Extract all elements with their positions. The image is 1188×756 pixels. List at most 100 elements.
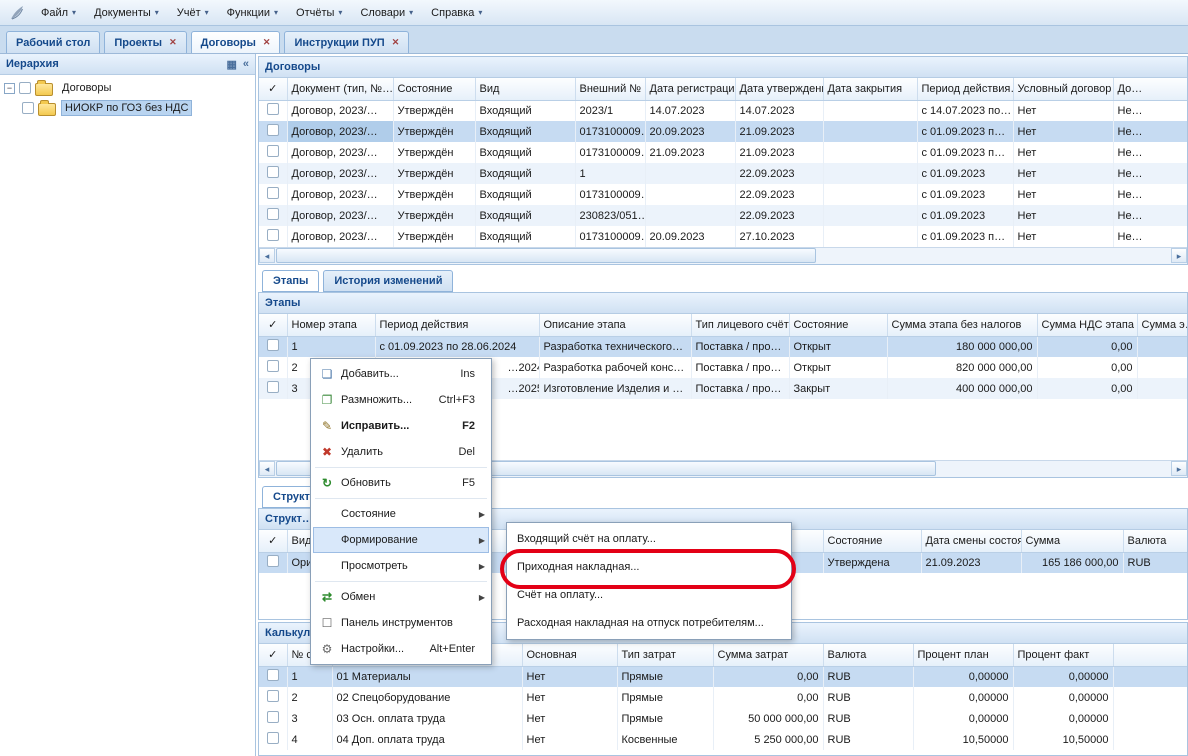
context-menu-item[interactable]: ❏Добавить...Ins xyxy=(313,361,489,387)
row-checkbox[interactable] xyxy=(267,360,279,372)
workspace-tab[interactable]: Рабочий стол xyxy=(6,31,100,53)
column-header[interactable]: Сумма xyxy=(1021,530,1123,552)
select-all-checkbox[interactable]: ✓ xyxy=(259,530,287,552)
context-menu-item[interactable]: ⇄Обмен▶ xyxy=(313,584,489,610)
row-checkbox[interactable] xyxy=(267,381,279,393)
horizontal-scrollbar[interactable]: ◂ ▸ xyxy=(259,247,1187,264)
row-checkbox[interactable] xyxy=(267,187,279,199)
context-menu-item[interactable]: ❐Размножить...Ctrl+F3 xyxy=(313,387,489,413)
section-tab[interactable]: История изменений xyxy=(323,270,453,292)
row-checkbox[interactable] xyxy=(267,669,279,681)
close-icon[interactable]: ✕ xyxy=(392,37,400,48)
menubar-item[interactable]: Функции▾ xyxy=(218,4,287,22)
column-header[interactable]: Период действия xyxy=(375,314,539,336)
table-row[interactable]: Договор, 2023/…УтверждёнВходящий01731000… xyxy=(259,121,1188,142)
context-menu-item[interactable]: ✎Исправить...F2 xyxy=(313,413,489,439)
workspace-tab[interactable]: Инструкции ПУП✕ xyxy=(284,31,409,53)
column-header[interactable]: До… xyxy=(1113,78,1188,100)
row-checkbox[interactable] xyxy=(267,555,279,567)
context-menu-item[interactable]: Формирование▶ xyxy=(313,527,489,553)
tree-expander-icon[interactable]: − xyxy=(4,83,15,94)
grid-icon[interactable]: ▦ xyxy=(226,58,236,71)
scrollbar-thumb[interactable] xyxy=(276,248,816,263)
submenu-item[interactable]: Входящий счёт на оплату... xyxy=(507,525,791,553)
column-header[interactable]: Валюта xyxy=(1123,530,1188,552)
context-menu-item[interactable]: Просмотреть▶ xyxy=(313,553,489,579)
collapse-panel-icon[interactable]: « xyxy=(243,58,249,71)
table-row[interactable]: Договор, 2023/…УтверждёнВходящий2023/114… xyxy=(259,100,1188,121)
column-header[interactable]: Состояние xyxy=(823,530,921,552)
select-all-checkbox[interactable]: ✓ xyxy=(259,644,287,666)
scroll-left-icon[interactable]: ◂ xyxy=(259,461,275,476)
row-checkbox[interactable] xyxy=(267,690,279,702)
column-header[interactable]: Период действия… xyxy=(917,78,1013,100)
column-header[interactable]: Валюта xyxy=(823,644,913,666)
row-checkbox[interactable] xyxy=(267,711,279,723)
table-row[interactable]: 101 МатериалыНетПрямые0,00RUB0,000000,00… xyxy=(259,666,1188,687)
row-checkbox[interactable] xyxy=(267,145,279,157)
submenu-item[interactable]: Приходная накладная... xyxy=(507,553,791,581)
column-header[interactable]: Документ (тип, №… xyxy=(287,78,393,100)
table-row[interactable]: Договор, 2023/…УтверждёнВходящий122.09.2… xyxy=(259,163,1188,184)
table-row[interactable]: Договор, 2023/…УтверждёнВходящий230823/0… xyxy=(259,205,1188,226)
menubar-item[interactable]: Справка▾ xyxy=(422,4,491,22)
menubar-item[interactable]: Файл▾ xyxy=(32,4,85,22)
column-header[interactable]: Процент факт xyxy=(1013,644,1113,666)
menubar-item[interactable]: Отчёты▾ xyxy=(287,4,351,22)
column-header[interactable]: Описание этапа xyxy=(539,314,691,336)
column-header[interactable]: Дата утверждения xyxy=(735,78,823,100)
column-header[interactable] xyxy=(1113,644,1188,666)
table-row[interactable]: Договор, 2023/…УтверждёнВходящий01731000… xyxy=(259,226,1188,247)
select-all-checkbox[interactable]: ✓ xyxy=(259,78,287,100)
close-icon[interactable]: ✕ xyxy=(169,37,177,48)
select-all-checkbox[interactable]: ✓ xyxy=(259,314,287,336)
row-checkbox[interactable] xyxy=(267,124,279,136)
table-row[interactable]: 404 Доп. оплата трудаНетКосвенные5 250 0… xyxy=(259,729,1188,750)
column-header[interactable]: Тип лицевого счёт xyxy=(691,314,789,336)
close-icon[interactable]: ✕ xyxy=(263,37,271,48)
column-header[interactable]: Процент план xyxy=(913,644,1013,666)
column-header[interactable]: Дата закрытия xyxy=(823,78,917,100)
submenu-item[interactable]: Расходная накладная на отпуск потребител… xyxy=(507,609,791,637)
workspace-tab[interactable]: Проекты✕ xyxy=(104,31,186,53)
row-checkbox[interactable] xyxy=(267,208,279,220)
column-header[interactable]: Дата регистрации xyxy=(645,78,735,100)
context-menu-item[interactable]: ✖УдалитьDel xyxy=(313,439,489,465)
row-checkbox[interactable] xyxy=(267,103,279,115)
context-menu-item[interactable]: Состояние▶ xyxy=(313,501,489,527)
column-header[interactable]: Состояние xyxy=(393,78,475,100)
tree-checkbox[interactable] xyxy=(19,82,31,94)
submenu-item[interactable]: Счёт на оплату... xyxy=(507,581,791,609)
row-checkbox[interactable] xyxy=(267,339,279,351)
column-header[interactable]: Сумма э… xyxy=(1137,314,1188,336)
column-header[interactable]: Внешний № xyxy=(575,78,645,100)
scroll-right-icon[interactable]: ▸ xyxy=(1171,461,1187,476)
table-row[interactable]: 303 Осн. оплата трудаНетПрямые50 000 000… xyxy=(259,708,1188,729)
menubar-item[interactable]: Словари▾ xyxy=(351,4,422,22)
column-header[interactable]: Вид xyxy=(475,78,575,100)
tree-item[interactable]: НИОКР по ГОЗ без НДС xyxy=(0,98,255,118)
column-header[interactable]: Основная xyxy=(522,644,617,666)
scroll-left-icon[interactable]: ◂ xyxy=(259,248,275,263)
column-header[interactable]: Сумма НДС этапа xyxy=(1037,314,1137,336)
table-row[interactable]: 202 СпецоборудованиеНетПрямые0,00RUB0,00… xyxy=(259,687,1188,708)
menubar-item[interactable]: Документы▾ xyxy=(85,4,168,22)
table-row[interactable]: Договор, 2023/…УтверждёнВходящий01731000… xyxy=(259,184,1188,205)
column-header[interactable]: Тип затрат xyxy=(617,644,713,666)
row-checkbox[interactable] xyxy=(267,229,279,241)
context-menu-item[interactable]: ↻ОбновитьF5 xyxy=(313,470,489,496)
context-menu-item[interactable]: ⚙Настройки...Alt+Enter xyxy=(313,636,489,662)
tree-item[interactable]: −Договоры xyxy=(0,78,255,98)
row-checkbox[interactable] xyxy=(267,166,279,178)
table-row[interactable]: 1с 01.09.2023 по 28.06.2024Разработка те… xyxy=(259,336,1188,357)
table-row[interactable]: Договор, 2023/…УтверждёнВходящий01731000… xyxy=(259,142,1188,163)
column-header[interactable]: Состояние xyxy=(789,314,887,336)
tree-checkbox[interactable] xyxy=(22,102,34,114)
scroll-right-icon[interactable]: ▸ xyxy=(1171,248,1187,263)
row-checkbox[interactable] xyxy=(267,732,279,744)
context-menu-item[interactable]: ☐Панель инструментов xyxy=(313,610,489,636)
column-header[interactable]: Номер этапа xyxy=(287,314,375,336)
column-header[interactable]: Сумма этапа без налогов xyxy=(887,314,1037,336)
menubar-item[interactable]: Учёт▾ xyxy=(168,4,218,22)
column-header[interactable]: Сумма затрат xyxy=(713,644,823,666)
